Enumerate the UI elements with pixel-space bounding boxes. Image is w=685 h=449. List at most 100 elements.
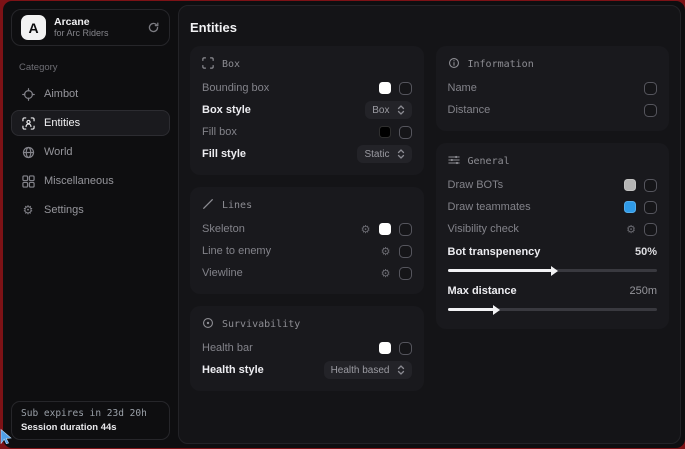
checkbox[interactable] (644, 82, 657, 95)
chevron-updown-icon (397, 105, 405, 115)
box-corners-icon (202, 57, 214, 72)
line-icon (202, 198, 214, 213)
setting-row: Visibility check ⚙ (448, 218, 658, 240)
app-window: A Arcane for Arc Riders Category Aimbot (3, 1, 685, 448)
checkbox[interactable] (644, 223, 657, 236)
setting-label: Health bar (202, 342, 253, 354)
color-swatch[interactable] (624, 201, 636, 213)
gear-icon[interactable]: ⚙ (626, 224, 636, 235)
checkbox[interactable] (644, 104, 657, 117)
chevron-updown-icon (397, 365, 405, 375)
setting-label: Name (448, 82, 477, 94)
color-swatch[interactable] (624, 179, 636, 191)
color-swatch[interactable] (379, 342, 391, 354)
setting-label: Box style (202, 104, 251, 116)
checkbox[interactable] (399, 82, 412, 95)
section-title: Survivability (222, 319, 300, 330)
section-title: Box (222, 59, 240, 70)
sidebar-item-miscellaneous[interactable]: Miscellaneous (11, 168, 170, 194)
setting-label: Health style (202, 364, 264, 376)
sidebar-item-entities[interactable]: Entities (11, 110, 170, 136)
health-style-dropdown[interactable]: Health based (324, 361, 412, 379)
checkbox[interactable] (399, 342, 412, 355)
sidebar-item-world[interactable]: World (11, 139, 170, 165)
slider-value: 50% (635, 246, 657, 258)
mouse-cursor (0, 428, 13, 449)
subscription-card: Sub expires in 23d 20h Session duration … (11, 401, 170, 440)
setting-label: Draw BOTs (448, 179, 504, 191)
setting-label: Skeleton (202, 223, 245, 235)
checkbox[interactable] (644, 201, 657, 214)
setting-label: Bounding box (202, 82, 269, 94)
setting-row: Distance (448, 99, 658, 121)
setting-label: Viewline (202, 267, 243, 279)
checkbox[interactable] (399, 126, 412, 139)
app-title: Arcane (54, 16, 139, 28)
category-label: Category (19, 62, 170, 73)
color-swatch[interactable] (379, 82, 391, 94)
setting-row: Skeleton ⚙ (202, 218, 412, 240)
setting-label: Distance (448, 104, 491, 116)
gear-icon[interactable]: ⚙ (361, 224, 371, 235)
setting-row: Health bar (202, 337, 412, 359)
setting-row: Fill style Static (202, 143, 412, 165)
section-survivability: Survivability Health bar Health style (190, 306, 424, 391)
sidebar-item-settings[interactable]: ⚙ Settings (11, 197, 170, 223)
checkbox[interactable] (399, 223, 412, 236)
fill-style-dropdown[interactable]: Static (357, 145, 411, 163)
chevron-updown-icon (397, 149, 405, 159)
main-panel: Entities Box Bounding box (178, 5, 681, 444)
slider-value: 250m (629, 285, 657, 297)
setting-row: Draw teammates (448, 196, 658, 218)
setting-row: Health style Health based (202, 359, 412, 381)
gear-icon[interactable]: ⚙ (381, 246, 391, 257)
page-title: Entities (190, 20, 669, 35)
crosshair-icon (21, 88, 35, 101)
setting-row: Bounding box (202, 77, 412, 99)
setting-label: Fill style (202, 148, 246, 160)
setting-label: Line to enemy (202, 245, 271, 257)
sub-expiry-text: Sub expires in 23d 20h (21, 408, 160, 419)
checkbox[interactable] (399, 267, 412, 280)
sidebar-item-label: Miscellaneous (44, 175, 114, 187)
section-title: General (468, 156, 510, 167)
setting-row: Viewline ⚙ (202, 262, 412, 284)
gear-icon[interactable]: ⚙ (381, 268, 391, 279)
max-distance-slider[interactable] (448, 308, 658, 311)
section-information: Information Name Distance (436, 46, 670, 131)
section-general: General Draw BOTs Draw teammates (436, 143, 670, 329)
grid-icon (21, 175, 35, 188)
refresh-icon[interactable] (147, 21, 160, 34)
section-title: Lines (222, 200, 252, 211)
sidebar-item-label: Aimbot (44, 88, 78, 100)
globe-icon (21, 146, 35, 159)
session-duration-text: Session duration 44s (21, 422, 160, 433)
setting-row: Box style Box (202, 99, 412, 121)
setting-label: Max distance (448, 285, 517, 297)
sidebar-item-label: Settings (44, 204, 84, 216)
setting-label: Fill box (202, 126, 237, 138)
checkbox[interactable] (399, 245, 412, 258)
gear-icon: ⚙ (21, 204, 35, 216)
setting-label: Bot transpenency (448, 246, 541, 258)
section-box: Box Bounding box Box style Box (190, 46, 424, 175)
setting-row: Line to enemy ⚙ (202, 240, 412, 262)
section-title: Information (468, 59, 534, 70)
setting-label: Visibility check (448, 223, 519, 235)
setting-row: Draw BOTs (448, 174, 658, 196)
app-subtitle: for Arc Riders (54, 28, 139, 38)
entities-icon (21, 117, 35, 130)
setting-row: Fill box (202, 121, 412, 143)
color-swatch[interactable] (379, 223, 391, 235)
section-lines: Lines Skeleton ⚙ Line to enemy ⚙ (190, 187, 424, 294)
color-swatch[interactable] (379, 126, 391, 138)
app-header-card: A Arcane for Arc Riders (11, 9, 170, 46)
box-style-dropdown[interactable]: Box (365, 101, 411, 119)
checkbox[interactable] (644, 179, 657, 192)
bot-transparency-slider[interactable] (448, 269, 658, 272)
sidebar-item-label: World (44, 146, 73, 158)
survivability-icon (202, 317, 214, 332)
setting-row: Bot transpenency 50% (448, 241, 658, 263)
app-logo: A (21, 15, 46, 40)
sidebar-item-aimbot[interactable]: Aimbot (11, 81, 170, 107)
